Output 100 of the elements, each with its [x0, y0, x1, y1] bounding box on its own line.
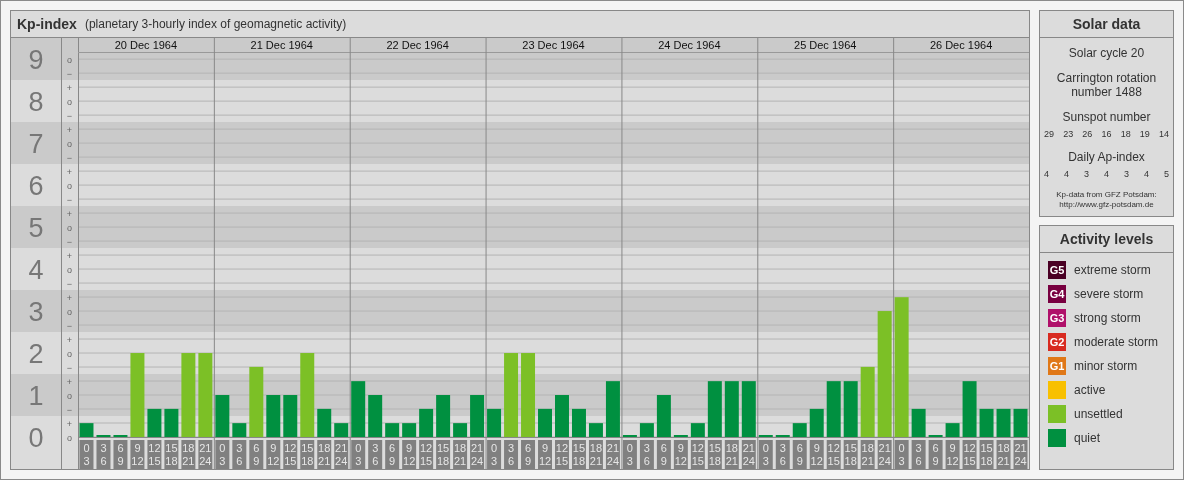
legend-swatch: G2 [1048, 333, 1066, 351]
minor-tick-label: + [66, 334, 73, 345]
time-slot-label: 6 9 [928, 439, 943, 469]
minor-tick-label: + [66, 250, 73, 261]
ap-index-value: 4 [1064, 169, 1069, 179]
minor-tick-label: − [66, 278, 73, 289]
date-label: 22 Dec 1964 [386, 38, 449, 51]
sunspot-value: 23 [1063, 129, 1074, 139]
y-axis-label: 2 [28, 338, 44, 369]
minor-tick-label: o [67, 390, 72, 401]
legend-swatch: G4 [1048, 285, 1066, 303]
time-slot-label: 12 15 [283, 439, 298, 469]
time-slot-label: 9 12 [945, 439, 960, 469]
time-slot-label: 6 9 [521, 439, 535, 469]
time-slot-label: 18 21 [860, 439, 875, 469]
time-slot-label: 12 15 [147, 439, 162, 469]
solar-cycle-text: Solar cycle 20 [1068, 46, 1145, 60]
y-axis-label: 6 [28, 171, 44, 202]
sunspot-title: Sunspot number [1062, 110, 1151, 124]
legend-label: quiet [1074, 431, 1101, 445]
sunspot-value: 29 [1044, 129, 1054, 139]
time-slot-label: 12 15 [555, 439, 569, 469]
legend-label: active [1074, 383, 1106, 397]
minor-tick-label: + [66, 208, 73, 219]
minor-tick-label: + [66, 82, 73, 93]
time-slot-label: 12 15 [826, 439, 841, 469]
ap-index-value: 3 [1123, 169, 1129, 179]
time-slot-label: 6 9 [113, 439, 128, 469]
minor-tick-label: + [66, 292, 73, 303]
time-slot-label: 12 15 [419, 439, 434, 469]
legend-label: extreme storm [1074, 263, 1151, 277]
time-slot-label: 18 21 [724, 439, 739, 469]
minor-tick-label: o [67, 222, 72, 233]
minor-tick-label: o [67, 54, 72, 65]
x-tick-label: 6 9 [117, 441, 124, 467]
panel-title: Kp-index [17, 15, 77, 32]
ap-index-value: 4 [1103, 169, 1109, 179]
minor-tick-label: o [67, 180, 72, 191]
x-tick-label: 3 6 [643, 441, 650, 467]
ap-index-value: 4 [1143, 169, 1149, 179]
minor-tick-label: o [67, 432, 72, 443]
date-label: 24 Dec 1964 [658, 38, 721, 51]
time-slot-label: 15 18 [300, 439, 315, 469]
x-tick-label: 6 9 [660, 441, 667, 467]
time-slot-label: 21 24 [741, 439, 756, 469]
x-tick-label: 0 3 [83, 441, 90, 467]
x-tick-label: 3 6 [236, 441, 243, 467]
time-slot-label: 3 6 [96, 439, 111, 469]
time-slot-label: 21 24 [605, 439, 620, 469]
legend-swatch: G1 [1048, 357, 1066, 375]
minor-tick-label: − [66, 194, 73, 205]
time-slot-label: 21 24 [334, 439, 349, 469]
time-slot-label: 15 18 [843, 439, 858, 469]
date-label: 23 Dec 1964 [522, 38, 585, 51]
time-slot-label: 0 3 [351, 439, 366, 469]
time-slot-label: 18 21 [317, 439, 332, 469]
time-slot-label: 21 24 [877, 439, 892, 469]
minor-tick-label: o [67, 306, 72, 317]
y-axis-label: 7 [28, 129, 44, 160]
date-label: 26 Dec 1964 [929, 38, 993, 51]
time-slot-label: 6 9 [792, 439, 807, 469]
carrington-text: Carrington rotation number 1488 [1055, 71, 1158, 99]
time-slot-label: 0 3 [79, 439, 94, 469]
minor-tick-label: − [66, 152, 73, 163]
credit-text: Kp-data from GFZ Potsdam: http://www.gfz-potsdam.de [1056, 190, 1157, 210]
sunspot-value: 26 [1082, 129, 1093, 139]
ap-index-value: 5 [1163, 169, 1169, 179]
minor-tick-label: − [66, 110, 73, 121]
y-axis-label: 4 [28, 255, 44, 285]
time-slot-label: 6 9 [385, 439, 400, 469]
time-slot-label: 18 21 [588, 439, 603, 469]
ap-index-title: Daily Ap-index [1068, 150, 1145, 164]
time-slot-label: 9 12 [809, 439, 824, 469]
time-slot-label: 9 12 [673, 439, 688, 469]
time-slot-label: 0 3 [894, 439, 909, 469]
y-axis-label: 8 [28, 87, 44, 118]
sunspot-value: 16 [1101, 129, 1112, 139]
minor-tick-label: o [67, 96, 72, 107]
minor-tick-label: + [66, 418, 73, 429]
time-slot-label: 0 3 [215, 439, 230, 469]
time-slot-label: 15 18 [979, 439, 994, 469]
sunspot-value: 18 [1120, 129, 1131, 139]
time-slot-label: 9 12 [402, 439, 417, 469]
ap-index-value: 3 [1083, 169, 1089, 179]
y-axis-label: 9 [28, 45, 44, 76]
ap-index-value: 4 [1044, 169, 1049, 179]
panel-subtitle: (planetary 3-hourly index of geomagnetic activity) [84, 16, 347, 31]
minor-tick-label: − [66, 68, 73, 79]
date-label: 25 Dec 1964 [794, 38, 857, 51]
y-axis-label: 1 [28, 380, 44, 411]
legend-swatch: G5 [1048, 261, 1066, 279]
time-slot-label: 6 9 [656, 439, 671, 469]
time-slot-label: 9 12 [266, 439, 281, 469]
minor-tick-label: − [66, 362, 73, 373]
time-slot-label: 21 24 [1013, 439, 1028, 469]
time-slot-label: 18 21 [181, 439, 196, 469]
x-tick-label: 6 9 [389, 441, 396, 467]
time-slot-label: 21 24 [470, 439, 485, 469]
x-tick-label: 0 3 [626, 441, 633, 467]
time-slot-label: 15 18 [707, 439, 722, 469]
